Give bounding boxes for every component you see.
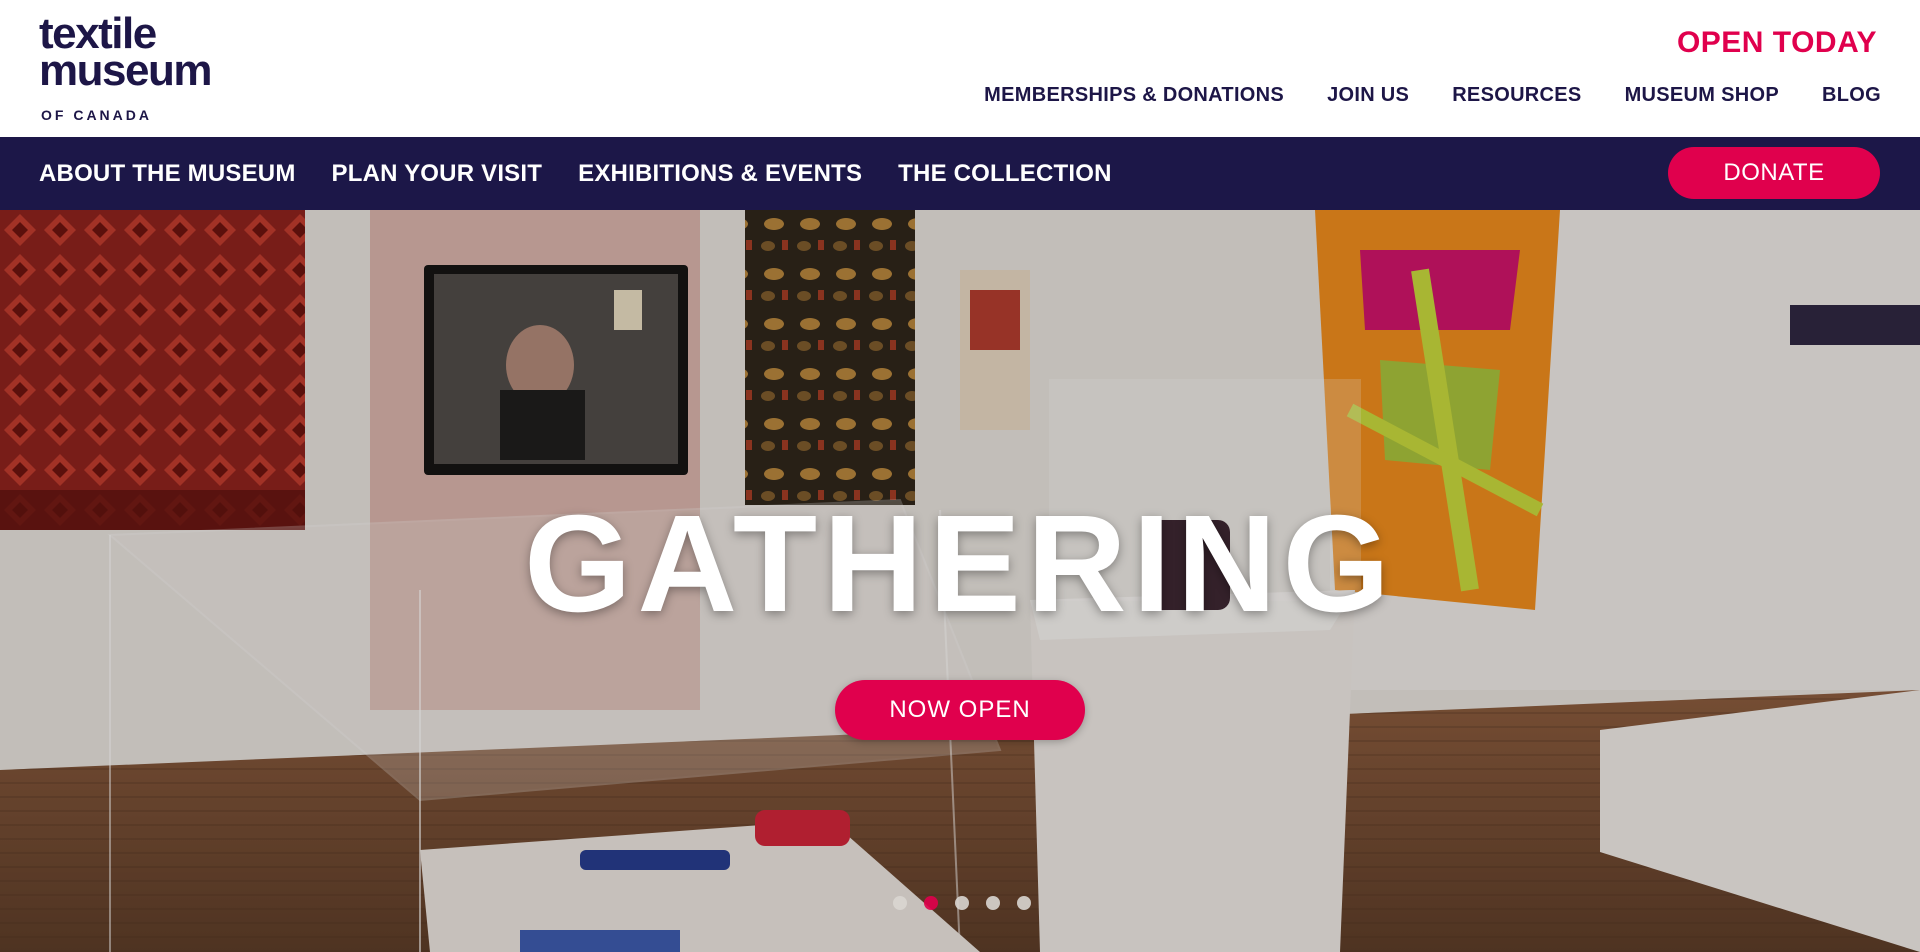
main-nav-plan-your-visit[interactable]: PLAN YOUR VISIT — [332, 160, 543, 188]
slide-pagination — [893, 896, 1031, 910]
main-nav-the-collection[interactable]: THE COLLECTION — [898, 160, 1111, 188]
slide-dot-1[interactable] — [893, 896, 907, 910]
slide-dot-3[interactable] — [955, 896, 969, 910]
utility-nav-blog[interactable]: BLOG — [1822, 84, 1881, 107]
utility-nav-museum-shop[interactable]: MUSEUM SHOP — [1625, 84, 1779, 107]
museum-logo[interactable]: textile museum OF CANADA — [39, 12, 212, 124]
main-nav-about-the-museum[interactable]: ABOUT THE MUSEUM — [39, 160, 296, 188]
logo-text-of-canada: OF CANADA — [41, 107, 152, 123]
utility-nav: MEMBERSHIPS & DONATIONS JOIN US RESOURCE… — [984, 84, 1881, 107]
slide-dot-5[interactable] — [1017, 896, 1031, 910]
main-nav-exhibitions-events[interactable]: EXHIBITIONS & EVENTS — [578, 160, 862, 188]
now-open-button[interactable]: NOW OPEN — [835, 680, 1085, 740]
utility-nav-memberships-donations[interactable]: MEMBERSHIPS & DONATIONS — [984, 84, 1284, 107]
donate-button[interactable]: DONATE — [1668, 147, 1880, 199]
top-header: textile museum OF CANADA OPEN TODAY MEMB… — [0, 0, 1920, 137]
utility-nav-join-us[interactable]: JOIN US — [1327, 84, 1409, 107]
logo-text-museum: museum — [39, 46, 212, 95]
hero-slider: GATHERING NOW OPEN — [0, 210, 1920, 952]
open-today-link[interactable]: OPEN TODAY — [1677, 26, 1877, 60]
main-nav-items: ABOUT THE MUSEUM PLAN YOUR VISIT EXHIBIT… — [39, 137, 1112, 210]
hero-title: GATHERING — [524, 487, 1396, 641]
main-nav: ABOUT THE MUSEUM PLAN YOUR VISIT EXHIBIT… — [0, 137, 1920, 210]
utility-nav-resources[interactable]: RESOURCES — [1452, 84, 1581, 107]
slide-dot-2-active[interactable] — [924, 896, 938, 910]
slide-dot-4[interactable] — [986, 896, 1000, 910]
